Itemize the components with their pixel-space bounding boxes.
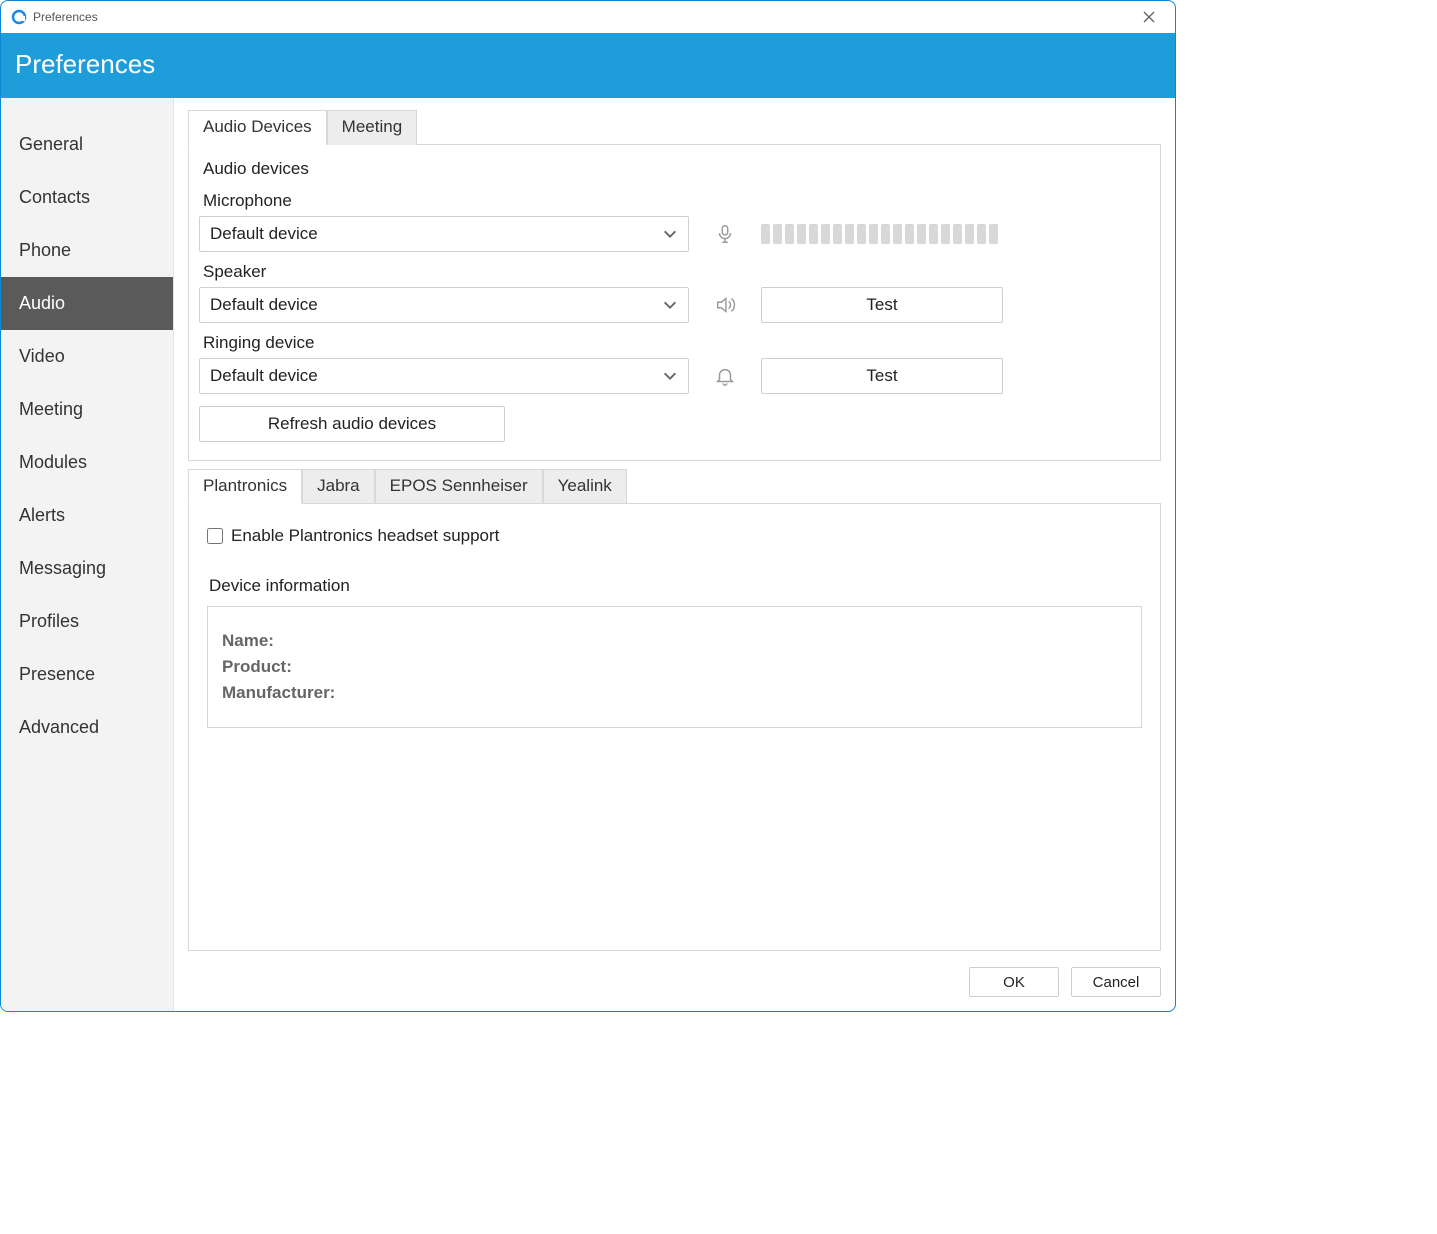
speaker-select[interactable]: Default device: [199, 287, 689, 323]
tab-yealink[interactable]: Yealink: [543, 469, 627, 504]
ringing-label: Ringing device: [199, 331, 1150, 355]
microphone-label: Microphone: [199, 189, 1150, 213]
device-product-label: Product:: [222, 657, 1127, 677]
sidebar-item-phone[interactable]: Phone: [1, 224, 173, 277]
window-close-button[interactable]: [1133, 1, 1165, 33]
chevron-down-icon: [662, 297, 678, 313]
microphone-level-meter: [761, 224, 998, 244]
tab-audio-devices[interactable]: Audio Devices: [188, 110, 327, 145]
device-manufacturer-label: Manufacturer:: [222, 683, 1127, 703]
headset-tab-bar: Plantronics Jabra EPOS Sennheiser Yealin…: [188, 469, 1161, 504]
bell-icon: [707, 365, 743, 387]
speaker-value: Default device: [210, 295, 318, 315]
ok-button[interactable]: OK: [969, 967, 1059, 997]
device-information-title: Device information: [209, 576, 1142, 596]
window-title: Preferences: [33, 10, 98, 24]
sidebar-item-messaging[interactable]: Messaging: [1, 542, 173, 595]
microphone-select[interactable]: Default device: [199, 216, 689, 252]
app-icon: [11, 9, 27, 25]
ringing-select[interactable]: Default device: [199, 358, 689, 394]
sidebar-item-meeting[interactable]: Meeting: [1, 383, 173, 436]
microphone-value: Default device: [210, 224, 318, 244]
page-title: Preferences: [15, 49, 155, 79]
enable-headset-support-checkbox[interactable]: [207, 528, 223, 544]
tab-jabra[interactable]: Jabra: [302, 469, 375, 504]
preferences-window: Preferences Preferences General Contacts…: [0, 0, 1176, 1012]
page-title-banner: Preferences: [1, 33, 1175, 98]
chevron-down-icon: [662, 368, 678, 384]
sidebar-item-alerts[interactable]: Alerts: [1, 489, 173, 542]
sidebar-item-profiles[interactable]: Profiles: [1, 595, 173, 648]
close-icon: [1143, 11, 1155, 23]
tab-meeting[interactable]: Meeting: [327, 110, 417, 145]
dialog-footer: OK Cancel: [174, 955, 1175, 1011]
tab-epos-sennheiser[interactable]: EPOS Sennheiser: [375, 469, 543, 504]
sidebar: General Contacts Phone Audio Video Meeti…: [1, 98, 174, 1011]
audio-devices-title: Audio devices: [199, 155, 1150, 189]
device-information-box: Name: Product: Manufacturer:: [207, 606, 1142, 728]
audio-devices-panel: Audio devices Microphone Default device: [188, 144, 1161, 461]
enable-headset-support-row[interactable]: Enable Plantronics headset support: [207, 526, 1142, 546]
chevron-down-icon: [662, 226, 678, 242]
tab-bar: Audio Devices Meeting: [188, 110, 1161, 145]
ringing-value: Default device: [210, 366, 318, 386]
sidebar-item-video[interactable]: Video: [1, 330, 173, 383]
speaker-label: Speaker: [199, 260, 1150, 284]
microphone-icon: [707, 223, 743, 245]
content: Audio Devices Meeting Audio devices Micr…: [174, 98, 1175, 1011]
sidebar-item-audio[interactable]: Audio: [1, 277, 173, 330]
body: General Contacts Phone Audio Video Meeti…: [1, 98, 1175, 1011]
sidebar-item-contacts[interactable]: Contacts: [1, 171, 173, 224]
ringing-test-button[interactable]: Test: [761, 358, 1003, 394]
tab-plantronics[interactable]: Plantronics: [188, 469, 302, 504]
device-name-label: Name:: [222, 631, 1127, 651]
sidebar-item-presence[interactable]: Presence: [1, 648, 173, 701]
headset-panel: Enable Plantronics headset support Devic…: [188, 503, 1161, 951]
titlebar: Preferences: [1, 1, 1175, 33]
speaker-icon: [707, 294, 743, 316]
cancel-button[interactable]: Cancel: [1071, 967, 1161, 997]
sidebar-item-modules[interactable]: Modules: [1, 436, 173, 489]
refresh-audio-devices-button[interactable]: Refresh audio devices: [199, 406, 505, 442]
enable-headset-support-label: Enable Plantronics headset support: [231, 526, 499, 546]
sidebar-item-general[interactable]: General: [1, 118, 173, 171]
sidebar-item-advanced[interactable]: Advanced: [1, 701, 173, 754]
speaker-test-button[interactable]: Test: [761, 287, 1003, 323]
